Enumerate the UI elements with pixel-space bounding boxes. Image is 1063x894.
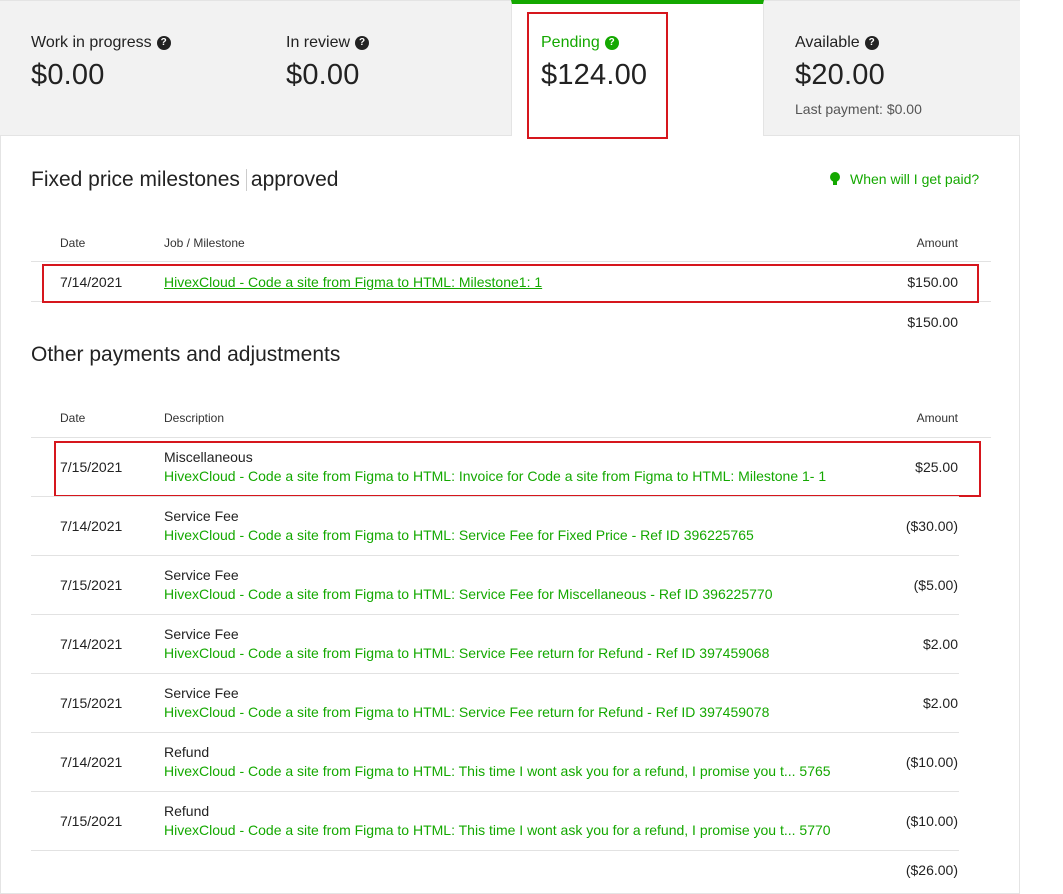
last-payment: Last payment: $0.00 — [795, 101, 922, 117]
row-amount: ($10.00) — [905, 754, 958, 770]
row-divider — [31, 301, 991, 302]
row-type: Miscellaneous — [164, 449, 253, 465]
row-description-link[interactable]: HivexCloud - Code a site from Figma to H… — [164, 704, 769, 720]
section-title-other: Other payments and adjustments — [31, 343, 341, 366]
row-date: 7/14/2021 — [60, 636, 123, 652]
row-divider — [31, 673, 959, 674]
tab-available[interactable]: Available ? $20.00 Last payment: $0.00 — [764, 0, 1020, 136]
row-amount: ($10.00) — [905, 813, 958, 829]
tab-label: Available — [795, 34, 860, 51]
column-header-amount: Amount — [916, 411, 958, 425]
row-divider — [31, 850, 959, 851]
row-description-link[interactable]: HivexCloud - Code a site from Figma to H… — [164, 822, 831, 838]
row-amount: ($30.00) — [905, 518, 958, 534]
help-icon[interactable]: ? — [156, 36, 171, 50]
column-header-amount: Amount — [916, 236, 958, 250]
header-divider — [31, 437, 991, 438]
row-type: Service Fee — [164, 567, 239, 583]
help-icon[interactable]: ? — [864, 36, 879, 50]
row-type: Refund — [164, 744, 210, 760]
tab-label: Work in progress — [31, 34, 152, 51]
tab-in-review[interactable]: In review ? $0.00 — [255, 0, 511, 136]
column-header-date: Date — [60, 236, 86, 250]
tab-pending[interactable]: Pending ? $124.00 — [511, 0, 764, 136]
tab-amount: $124.00 — [541, 59, 648, 91]
lightbulb-icon — [830, 172, 840, 186]
row-amount: $2.00 — [922, 636, 958, 652]
page-background — [1020, 0, 1063, 894]
help-icon[interactable]: ? — [355, 36, 370, 50]
row-description-link[interactable]: HivexCloud - Code a site from Figma to H… — [164, 645, 769, 661]
row-type: Refund — [164, 803, 210, 819]
tab-amount: $20.00 — [795, 59, 885, 91]
row-description-link[interactable]: HivexCloud - Code a site from Figma to H… — [164, 763, 831, 779]
row-description-link[interactable]: HivexCloud - Code a site from Figma to H… — [164, 586, 772, 602]
row-divider — [31, 614, 959, 615]
column-header-date: Date — [60, 411, 86, 425]
row-description-link[interactable]: HivexCloud - Code a site from Figma to H… — [164, 468, 826, 484]
tab-label: In review — [286, 34, 351, 51]
row-date: 7/14/2021 — [60, 518, 123, 534]
row-date: 7/14/2021 — [60, 274, 123, 290]
row-date: 7/15/2021 — [60, 813, 123, 829]
column-header-job: Job / Milestone — [164, 236, 245, 250]
row-divider — [31, 496, 959, 497]
row-date: 7/14/2021 — [60, 754, 123, 770]
header-divider — [31, 261, 991, 262]
row-type: Service Fee — [164, 685, 239, 701]
section-title-fixed: Fixed price milestones approved — [31, 168, 339, 192]
row-divider — [31, 791, 959, 792]
row-type: Service Fee — [164, 626, 239, 642]
row-amount: ($5.00) — [913, 577, 958, 593]
balance-tabs: Work in progress ? $0.00 In review ? $0.… — [0, 0, 1020, 136]
tab-amount: $0.00 — [31, 59, 105, 91]
row-date: 7/15/2021 — [60, 695, 123, 711]
help-icon[interactable]: ? — [604, 36, 619, 50]
tab-amount: $0.00 — [286, 59, 360, 91]
row-date: 7/15/2021 — [60, 459, 123, 475]
row-amount: $25.00 — [915, 459, 958, 475]
row-divider — [31, 555, 959, 556]
other-total: ($26.00) — [905, 862, 958, 878]
row-amount: $2.00 — [922, 695, 958, 711]
row-description-link[interactable]: HivexCloud - Code a site from Figma to H… — [164, 527, 754, 543]
tab-label: Pending — [541, 34, 600, 51]
row-type: Service Fee — [164, 508, 239, 524]
row-date: 7/15/2021 — [60, 577, 123, 593]
tab-work-in-progress[interactable]: Work in progress ? $0.00 — [0, 0, 255, 136]
when-paid-link[interactable]: When will I get paid? — [830, 171, 979, 187]
fixed-total: $150.00 — [907, 314, 958, 330]
milestone-link[interactable]: HivexCloud - Code a site from Figma to H… — [164, 274, 542, 290]
row-amount: $150.00 — [907, 274, 958, 290]
column-header-description: Description — [164, 411, 225, 425]
title-divider — [245, 169, 247, 192]
row-divider — [31, 732, 959, 733]
